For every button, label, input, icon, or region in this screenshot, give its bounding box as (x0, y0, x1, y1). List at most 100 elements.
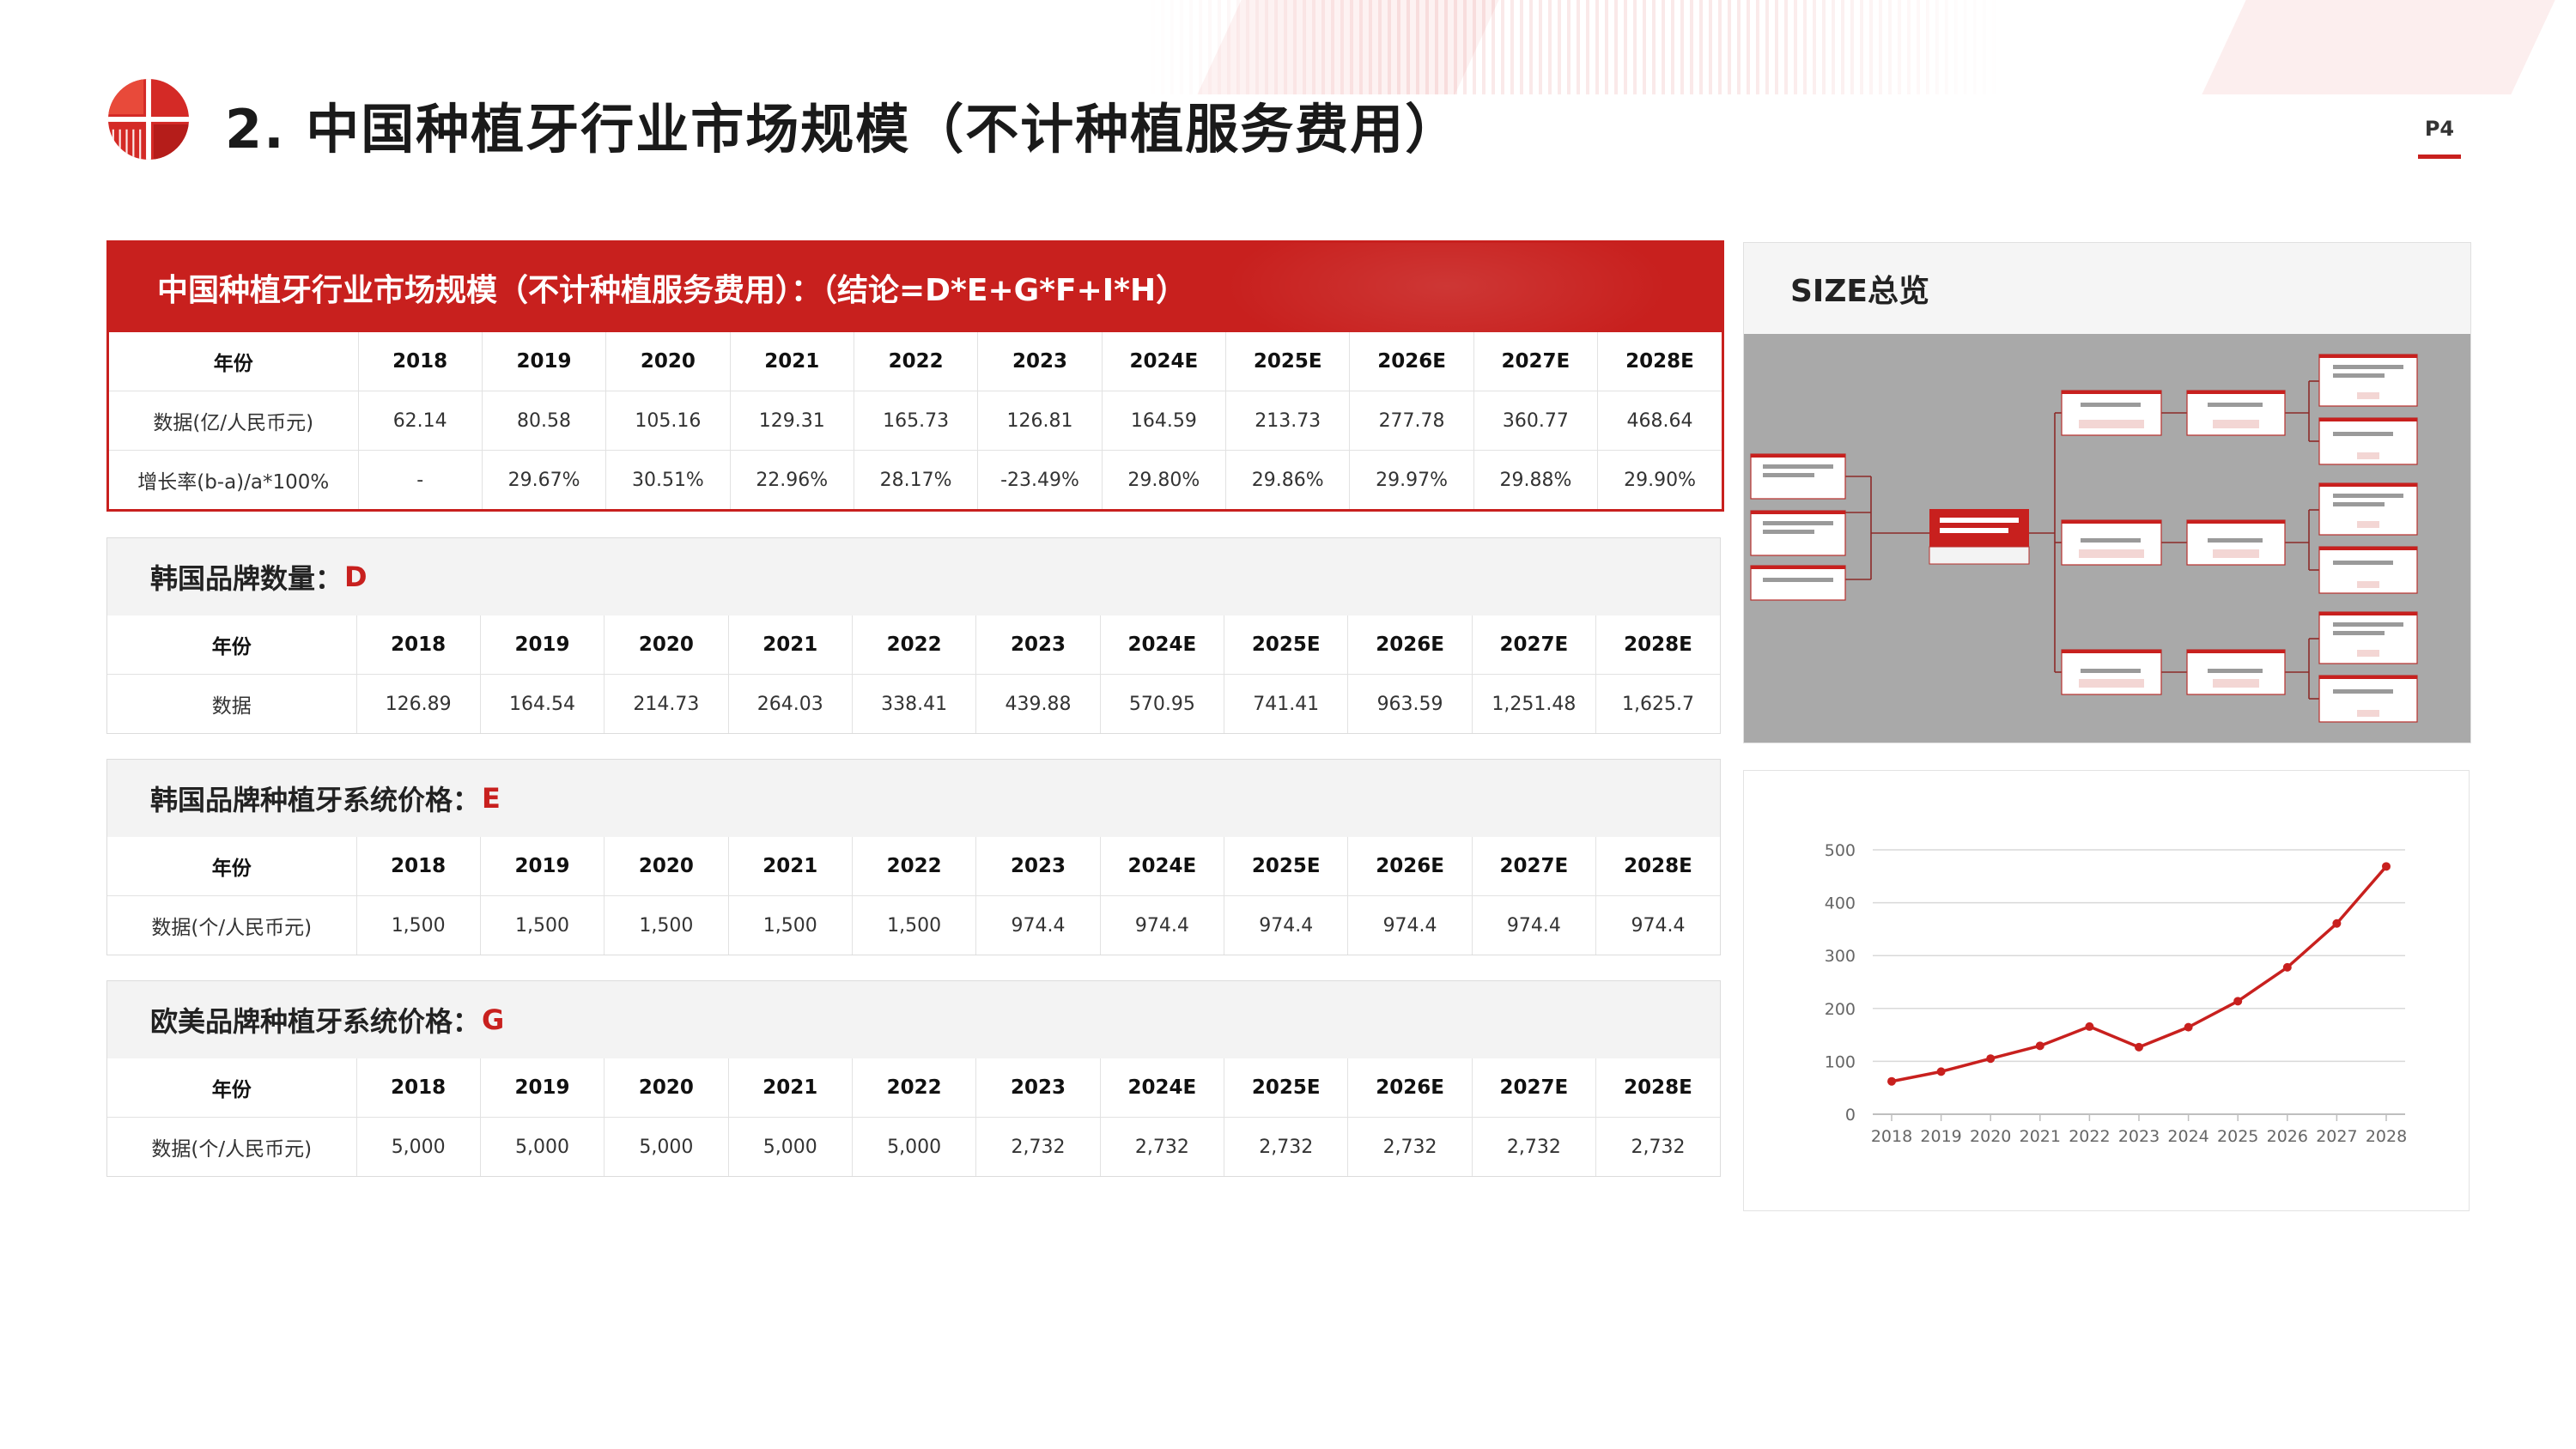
diagram-node-accent (2062, 650, 2161, 653)
table-cell: 1,500 (480, 895, 605, 955)
table-cell: 439.88 (975, 674, 1101, 733)
diagram-node-accent (2319, 676, 2417, 679)
section-variable: E (482, 782, 501, 815)
table-cell: 5,000 (356, 1117, 481, 1176)
table-cell: 974.4 (1100, 895, 1225, 955)
table-header-cell: 2027E (1472, 615, 1597, 675)
table-cell: 338.41 (852, 674, 977, 733)
table-header-row: 年份 2018 2019 2020 2021 2022 2023 2024E 2… (107, 615, 1720, 675)
table-cell: 570.95 (1100, 674, 1225, 733)
diagram-node-accent (1751, 511, 1845, 514)
table-row: 数据(亿/人民币元) 62.14 80.58 105.16 129.31 165… (109, 391, 1722, 451)
x-tick-label: 2026 (2267, 1127, 2308, 1146)
table-cell: 1,500 (604, 895, 729, 955)
table-header-cell: 2019 (480, 615, 605, 675)
table-cell: 5,000 (480, 1117, 605, 1176)
table-cell: 29.90% (1597, 450, 1722, 509)
diagram-node-accent (2319, 547, 2417, 550)
table-header-cell: 2025E (1225, 332, 1351, 391)
company-logo-icon (107, 78, 190, 161)
table-header-cell: 2023 (975, 615, 1101, 675)
data-point (1887, 1076, 1896, 1086)
y-tick-label: 0 (1845, 1106, 1856, 1125)
table-cell: 29.67% (482, 450, 607, 509)
section-title-text: 欧美品牌种植牙系统价格： (150, 1005, 481, 1038)
table-header-cell: 年份 (107, 837, 357, 896)
page-number: P4 (2424, 117, 2455, 141)
table-cell: 80.58 (482, 391, 607, 451)
header-decoration-block (1197, 0, 1499, 94)
diagram-node (1750, 565, 1846, 601)
table-header-cell: 2024E (1100, 1058, 1225, 1118)
table-header-cell: 年份 (107, 1058, 357, 1118)
x-tick-label: 2019 (1920, 1127, 1961, 1146)
korean-brand-price-section: 韩国品牌种植牙系统价格： E 年份 2018 2019 2020 2021 202… (106, 759, 1721, 955)
table-cell: 29.80% (1102, 450, 1227, 509)
table-header-cell: 2021 (728, 615, 853, 675)
table-cell: 129.31 (730, 391, 854, 451)
table-cell: 963.59 (1347, 674, 1473, 733)
header-decoration (1142, 0, 2001, 94)
table-cell: 1,625.7 (1622, 693, 1695, 715)
table-cell: -23.49% (977, 450, 1103, 509)
table-row: 数据(个/人民币元) 1,500 1,500 1,500 1,500 1,500… (107, 895, 1720, 955)
table-header-cell: 2018 (358, 332, 483, 391)
table-header-cell: 2027E (1473, 332, 1599, 391)
data-point (2332, 919, 2342, 928)
data-point (2135, 1042, 2143, 1052)
data-point (2382, 862, 2391, 871)
table-header-cell: 2025E (1224, 1058, 1349, 1118)
diagram-node-accent (2187, 650, 2285, 653)
table-row: 数据 126.89 164.54 214.73 264.03 338.41 43… (107, 674, 1720, 733)
table-cell: 数据(亿/人民币元) (109, 391, 359, 451)
table-header-cell: 2023 (975, 1058, 1101, 1118)
x-tick-label: 2022 (2069, 1127, 2110, 1146)
diagram-node-accent (2319, 418, 2417, 421)
table-cell: 2,732 (1347, 1117, 1473, 1176)
section-variable: G (482, 1003, 505, 1036)
data-point (1936, 1067, 1946, 1076)
table-cell: 29.97% (1349, 450, 1474, 509)
section-title: 韩国品牌数量： D (107, 538, 1720, 615)
diagram-node (2186, 390, 2286, 436)
y-tick-label: 100 (1825, 1052, 1856, 1071)
table-cell: 29.88% (1473, 450, 1599, 509)
table-cell: 126.89 (356, 674, 481, 733)
market-size-table-title: 中国种植牙行业市场规模（不计种植服务费用）：（结论=D*E+G*F+I*H） (109, 243, 1722, 332)
table-cell: 741.41 (1224, 674, 1349, 733)
table-header-cell: 2018 (356, 1058, 481, 1118)
table-header-cell: 2022 (852, 615, 977, 675)
diagram-node (2061, 390, 2162, 436)
y-tick-label: 500 (1825, 841, 1856, 860)
table-header-cell: 2026E (1347, 1058, 1473, 1118)
data-point (1986, 1054, 1996, 1064)
table-header-cell: 2019 (480, 1058, 605, 1118)
table-header-cell: 2020 (604, 1058, 729, 1118)
data-point (2085, 1022, 2094, 1031)
diagram-node-accent (2062, 391, 2161, 394)
market-size-chart-panel: 0 100 200 300 400 500 2018 2019 2020 2021 2022 2023… (1743, 770, 2470, 1211)
table-header-cell: 2022 (852, 837, 977, 896)
diagram-node-accent (1751, 454, 1845, 458)
table-cell: 增长率(b-a)/a*100% (109, 450, 359, 509)
x-tick-label: 2021 (2020, 1127, 2061, 1146)
table-row: 增长率(b-a)/a*100% - 29.67% 30.51% 22.96% 2… (109, 450, 1722, 509)
section-variable: D (344, 561, 368, 593)
y-tick-label: 400 (1825, 894, 1856, 913)
data-point (2233, 997, 2243, 1006)
y-tick-label: 300 (1825, 947, 1856, 966)
table-header-cell: 2025E (1224, 837, 1349, 896)
market-size-table-title-text: 中国种植牙行业市场规模（不计种植服务费用）：（结论=D*E+G*F+I*H） (157, 273, 1188, 308)
table-header-cell: 2024E (1102, 332, 1227, 391)
data-point (2184, 1022, 2193, 1032)
table-cell: 28.17% (854, 450, 979, 509)
table-cell: 29.86% (1225, 450, 1351, 509)
table-cell: 974.4 (975, 895, 1101, 955)
diagram-node-accent (2319, 612, 2417, 615)
table-cell: - (358, 450, 483, 509)
diagram-node-accent (2062, 520, 2161, 524)
diagram-node-accent (2187, 391, 2285, 394)
x-tick-label: 2025 (2217, 1127, 2258, 1146)
table-cell: 974.4 (1347, 895, 1473, 955)
table-header-cell: 2019 (482, 332, 607, 391)
